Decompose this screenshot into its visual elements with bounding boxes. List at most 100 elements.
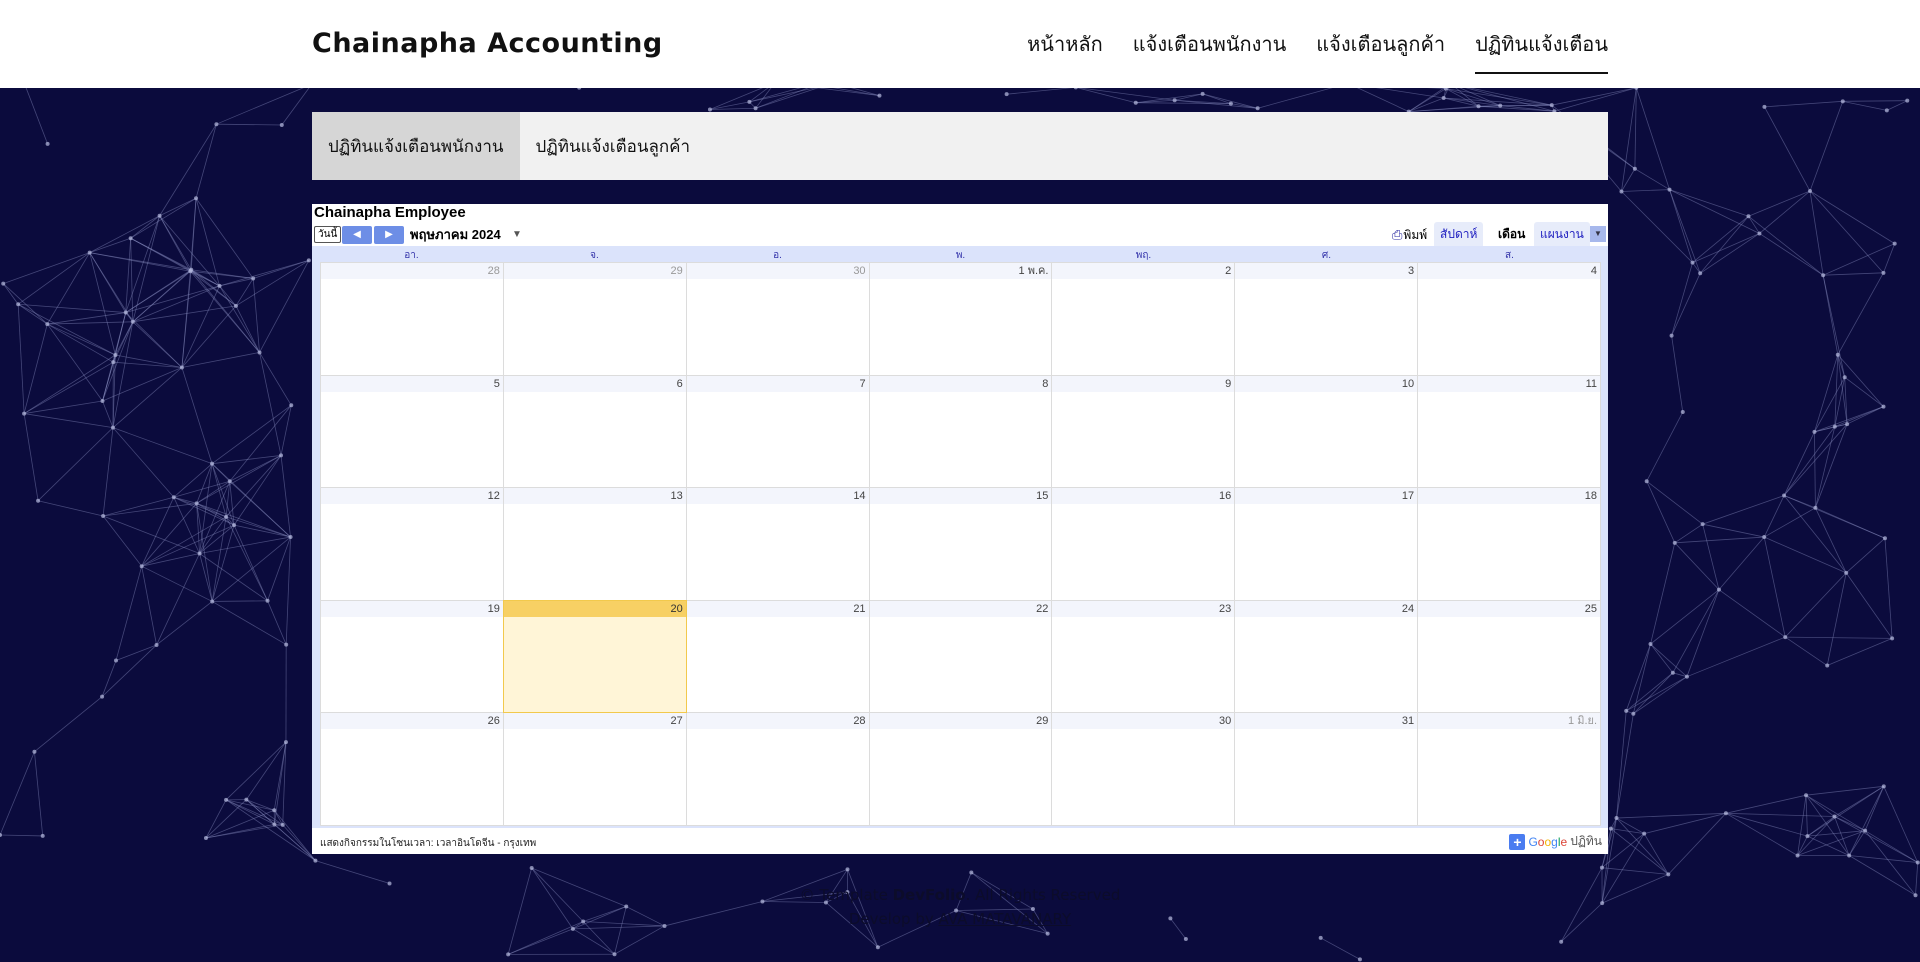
caret-down-icon[interactable]: ▼ — [512, 226, 522, 244]
calendar-day[interactable]: 12 — [321, 488, 503, 600]
day-of-week-label: อ. — [773, 250, 782, 261]
calendar-day[interactable]: 30 — [1052, 713, 1235, 825]
copyright-prefix: © Template — [799, 886, 893, 904]
calendar-day[interactable]: 27 — [503, 713, 686, 825]
day-number: 5 — [321, 375, 503, 392]
google-logo: Google — [1528, 834, 1568, 849]
day-of-week-label: ส. — [1505, 250, 1514, 261]
day-of-week-label: พ. — [955, 250, 966, 261]
view-tab-month[interactable]: เดือน — [1492, 222, 1532, 246]
month-grid: 28 29 30 1 พ.ค. 2 3 4 5 6 7 8 9 10 11 12 13 14 15 16 17 18 19… — [320, 262, 1601, 826]
print-button[interactable]: ⎙พิมพ์ — [1392, 226, 1427, 244]
calendar-day[interactable]: 14 — [686, 488, 869, 600]
calendar-day[interactable]: 3 — [1235, 263, 1418, 375]
day-number: 19 — [321, 600, 503, 617]
tab-customer-calendar[interactable]: ปฏิทินแจ้งเตือนลูกค้า — [520, 112, 707, 180]
nav-alert-calendar[interactable]: ปฏิทินแจ้งเตือน — [1475, 28, 1608, 74]
calendar-day[interactable]: 6 — [503, 375, 686, 488]
top-navbar: Chainapha Accounting หน้าหลัก แจ้งเตือนพ… — [0, 0, 1920, 88]
day-number: 2 — [1052, 263, 1235, 279]
plus-icon: + — [1509, 833, 1526, 850]
day-of-week-label: พฤ. — [1135, 250, 1152, 261]
day-number: 29 — [869, 713, 1052, 730]
calendar-day[interactable]: 28 — [686, 713, 869, 825]
view-tab-week[interactable]: สัปดาห์ — [1434, 222, 1484, 246]
calendar-day[interactable]: 26 — [321, 713, 503, 825]
view-tab-agenda[interactable]: แผนงาน — [1534, 222, 1590, 246]
view-menu-dropdown[interactable]: ▼ — [1590, 226, 1606, 242]
calendar-day[interactable]: 4 — [1418, 263, 1600, 375]
calendar-day[interactable]: 8 — [869, 375, 1052, 488]
prev-month-button[interactable]: ◀ — [342, 226, 372, 244]
calendar-day[interactable]: 16 — [1052, 488, 1235, 600]
timezone-note: แสดงกิจกรรมในโซนเวลา: เวลาอินโดจีน - กรุ… — [320, 838, 537, 849]
today-button[interactable]: วันนี้ — [314, 226, 342, 243]
day-number: 22 — [869, 600, 1052, 617]
calendar-day[interactable]: 11 — [1418, 375, 1600, 488]
calendar-day[interactable]: 7 — [686, 375, 869, 488]
chevron-right-icon: ▶ — [385, 229, 393, 240]
day-number: 8 — [869, 375, 1052, 392]
developer-link[interactable]: AVA MATAVANARY — [939, 910, 1072, 928]
calendar-day[interactable]: 25 — [1418, 600, 1600, 713]
calendar-tabs: ปฏิทินแจ้งเตือนพนักงาน ปฏิทินแจ้งเตือนลู… — [312, 112, 1608, 180]
calendar-day[interactable]: 29 — [869, 713, 1052, 825]
day-number: 28 — [321, 263, 503, 279]
day-number: 31 — [1235, 713, 1418, 730]
calendar-day[interactable]: 31 — [1235, 713, 1418, 825]
calendar-day[interactable]: 15 — [869, 488, 1052, 600]
calendar-day-today[interactable]: 20 — [502, 599, 687, 714]
calendar-day[interactable]: 17 — [1235, 488, 1418, 600]
copyright-suffix: . All Rights Reserved — [965, 886, 1121, 904]
calendar-day[interactable]: 30 — [686, 263, 869, 375]
nav-employee-alerts[interactable]: แจ้งเตือนพนักงาน — [1133, 28, 1287, 74]
calendar-day[interactable]: 28 — [321, 263, 503, 375]
calendar-day[interactable]: 1 มิ.ย. — [1418, 713, 1600, 825]
calendar-day[interactable]: 18 — [1418, 488, 1600, 600]
calendar-day[interactable]: 2 — [1052, 263, 1235, 375]
current-month-label[interactable]: พฤษภาคม 2024 — [410, 226, 501, 244]
footer: © Template DevFolio. All Rights Reserved… — [0, 886, 1920, 928]
calendar-day[interactable]: 29 — [503, 263, 686, 375]
day-number: 12 — [321, 488, 503, 505]
template-name: DevFolio — [892, 886, 966, 904]
calendar-day[interactable]: 19 — [321, 600, 503, 713]
embedded-google-calendar: Chainapha Employee วันนี้ ◀ ▶ พฤษภาคม 20… — [312, 204, 1608, 854]
day-number: 26 — [321, 713, 503, 730]
day-number: 6 — [503, 375, 686, 392]
google-calendar-label: ปฏิทิน — [1570, 834, 1602, 848]
chevron-left-icon: ◀ — [353, 229, 361, 240]
calendar-day[interactable]: 22 — [869, 600, 1052, 713]
printer-icon: ⎙ — [1392, 227, 1403, 242]
day-number: 18 — [1418, 488, 1600, 505]
day-number: 14 — [686, 488, 869, 505]
day-number: 30 — [686, 263, 869, 279]
calendar-day[interactable]: 9 — [1052, 375, 1235, 488]
calendar-day[interactable]: 24 — [1235, 600, 1418, 713]
developer-line: Develop by AVA MATAVANARY — [0, 910, 1920, 928]
brand-logo-text[interactable]: Chainapha Accounting — [312, 28, 663, 59]
chevron-down-icon: ▼ — [1594, 229, 1602, 238]
calendar-day[interactable]: 5 — [321, 375, 503, 488]
day-number: 21 — [686, 600, 869, 617]
nav-customer-alerts[interactable]: แจ้งเตือนลูกค้า — [1316, 28, 1445, 74]
day-of-week-header: อา. จ. อ. พ. พฤ. ศ. ส. — [320, 250, 1601, 262]
calendar-day[interactable]: 21 — [686, 600, 869, 713]
day-of-week-label: ศ. — [1321, 250, 1332, 261]
add-to-google-calendar[interactable]: + Google ปฏิทิน — [1509, 832, 1602, 851]
day-number: 4 — [1418, 263, 1600, 279]
day-number: 10 — [1235, 375, 1418, 392]
calendar-day[interactable]: 10 — [1235, 375, 1418, 488]
calendar-day[interactable]: 13 — [503, 488, 686, 600]
day-of-week-label: จ. — [590, 250, 599, 261]
calendar-day[interactable]: 23 — [1052, 600, 1235, 713]
calendar-title: Chainapha Employee — [314, 204, 466, 221]
day-number: 1 มิ.ย. — [1418, 713, 1600, 730]
day-number: 1 พ.ค. — [869, 263, 1052, 279]
nav-home[interactable]: หน้าหลัก — [1027, 28, 1103, 74]
calendar-day[interactable]: 1 พ.ค. — [869, 263, 1052, 375]
day-number: 13 — [503, 488, 686, 505]
next-month-button[interactable]: ▶ — [374, 226, 404, 244]
tab-employee-calendar[interactable]: ปฏิทินแจ้งเตือนพนักงาน — [312, 112, 520, 180]
day-number: 30 — [1052, 713, 1235, 730]
